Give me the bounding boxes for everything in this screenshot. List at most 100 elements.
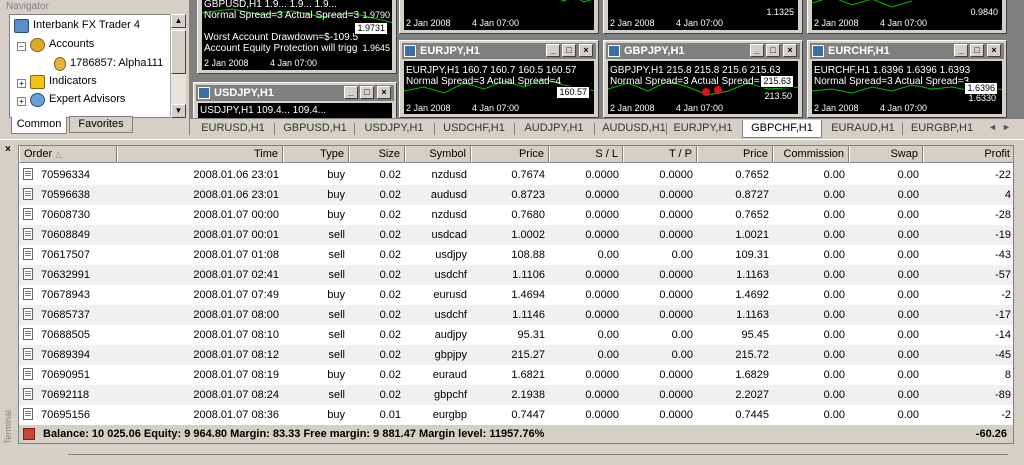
cell-profit: -28 xyxy=(995,209,1011,221)
col-type[interactable]: Type xyxy=(283,146,349,163)
table-row[interactable]: 70678943 2008.01.07 07:49 buy 0.02 eurusd 1.4… xyxy=(19,285,1013,305)
col-tp[interactable]: T / P xyxy=(623,146,697,163)
table-row[interactable]: 70608730 2008.01.07 00:00 buy 0.02 nzdusd 0.7… xyxy=(19,205,1013,225)
cell-type: buy xyxy=(327,189,345,201)
col-profit[interactable]: Profit xyxy=(923,146,1013,163)
col-order[interactable]: Order △ xyxy=(19,146,117,163)
close-button[interactable]: × xyxy=(783,44,797,57)
scroll-up-icon[interactable]: ▲ xyxy=(171,14,186,28)
cell-commission: 0.00 xyxy=(823,269,845,281)
price-label: 1.1325 xyxy=(766,7,794,17)
cell-symbol: usdchf xyxy=(434,269,467,281)
nav-item-indicators[interactable]: Indicators xyxy=(30,73,97,90)
col-swap[interactable]: Swap xyxy=(849,146,923,163)
close-button[interactable]: × xyxy=(987,44,1001,57)
tab-gbpusd-h1[interactable]: GBPUSD,H1 xyxy=(278,120,352,138)
chart-canvas[interactable]: EURJPY,H1 160.7 160.7 160.5 160.57 Norma… xyxy=(404,61,594,114)
cell-profit: -22 xyxy=(995,169,1011,181)
table-row[interactable]: 70608849 2008.01.07 00:01 sell 0.02 usdcad 1.… xyxy=(19,225,1013,245)
tab-usdjpy-h1[interactable]: USDJPY,H1 xyxy=(356,120,432,138)
col-sl[interactable]: S / L xyxy=(549,146,623,163)
tab-eurjpy-h1[interactable]: EURJPY,H1 xyxy=(668,120,738,138)
chart-window-4[interactable]: 0.9840 2 Jan 2008 4 Jan 07:00 xyxy=(807,0,1007,34)
table-row[interactable]: 70617507 2008.01.07 01:08 sell 0.02 usdjpy 10… xyxy=(19,245,1013,265)
tab-gbpchf-h1[interactable]: GBPCHF,H1 xyxy=(742,120,822,138)
tab-usdchf-h1[interactable]: USDCHF,H1 xyxy=(436,120,512,138)
col-commission[interactable]: Commission xyxy=(773,146,849,163)
table-row[interactable]: 70596638 2008.01.06 23:01 buy 0.02 audusd 0.8… xyxy=(19,185,1013,205)
nav-item-account-1786857[interactable]: 1786857: Alpha111 xyxy=(54,55,163,72)
tab-audusd-h1[interactable]: AUDUSD,H1 xyxy=(596,120,672,138)
minimize-button[interactable]: _ xyxy=(344,86,358,99)
tab-common[interactable]: Common xyxy=(11,116,67,134)
chart-canvas[interactable]: GBPJPY,H1 215.8 215.8 215.6 215.63 Norma… xyxy=(608,61,798,114)
cell-time: 2008.01.07 08:12 xyxy=(193,349,279,361)
col-time[interactable]: Time xyxy=(117,146,283,163)
expand-experts-icon[interactable]: + xyxy=(17,97,26,106)
chart-window-eurjpy[interactable]: EURJPY,H1 _ □ × EURJPY,H1 160.7 160.7 16… xyxy=(399,40,599,118)
chart-canvas[interactable]: 2 Jan 2008 4 Jan 07:00 xyxy=(404,0,594,30)
collapse-accounts-icon[interactable]: − xyxy=(17,42,26,51)
table-row[interactable]: 70690951 2008.01.07 08:19 buy 0.02 euraud 1.6… xyxy=(19,365,1013,385)
table-row[interactable]: 70596334 2008.01.06 23:01 buy 0.02 nzdusd 0.7… xyxy=(19,165,1013,185)
scroll-thumb[interactable] xyxy=(171,30,186,74)
chart-window-3[interactable]: 1.1325 2 Jan 2008 4 Jan 07:00 xyxy=(603,0,803,34)
tab-euraud-h1[interactable]: EURAUD,H1 xyxy=(826,120,900,138)
cell-order: 70685737 xyxy=(19,305,117,325)
col-open-price[interactable]: Price xyxy=(471,146,549,163)
chart-window-usdjpy[interactable]: USDJPY,H1 _ □ × USDJPY,H1 109.4... 109.4… xyxy=(193,82,397,118)
chart-canvas[interactable]: EURCHF,H1 1.6396 1.6396 1.6393 Normal Sp… xyxy=(812,61,1002,114)
table-row[interactable]: 70689394 2008.01.07 08:12 sell 0.02 gbpjpy 21… xyxy=(19,345,1013,365)
chart-window-gbpjpy[interactable]: GBPJPY,H1 _ □ × GBPJPY,H1 215.8 215.8 21… xyxy=(603,40,803,118)
cell-commission: 0.00 xyxy=(823,369,845,381)
nav-item-terminal[interactable]: Interbank FX Trader 4 xyxy=(14,17,140,34)
order-icon xyxy=(23,288,33,301)
cell-open-price: 0.7680 xyxy=(511,209,545,221)
minimize-button[interactable]: _ xyxy=(546,44,560,57)
tabs-scroll-left-icon[interactable]: ◄ xyxy=(988,122,997,132)
cell-type: sell xyxy=(328,309,345,321)
maximize-button[interactable]: □ xyxy=(970,44,984,57)
col-label: Order xyxy=(24,148,53,160)
date-label: 2 Jan 2008 xyxy=(610,18,655,28)
table-row[interactable]: 70695156 2008.01.07 08:36 buy 0.01 eurgbp 0.7… xyxy=(19,405,1013,425)
chart-canvas[interactable]: 1.1325 2 Jan 2008 4 Jan 07:00 xyxy=(608,0,798,30)
maximize-button[interactable]: □ xyxy=(766,44,780,57)
minimize-button[interactable]: _ xyxy=(750,44,764,57)
tab-audjpy-h1[interactable]: AUDJPY,H1 xyxy=(516,120,592,138)
chart-canvas[interactable]: 0.9840 2 Jan 2008 4 Jan 07:00 xyxy=(812,0,1002,30)
col-symbol[interactable]: Symbol xyxy=(405,146,471,163)
chart-window-eurchf[interactable]: EURCHF,H1 _ □ × EURCHF,H1 1.6396 1.6396 … xyxy=(807,40,1007,118)
tab-eurgbp-h1[interactable]: EURGBP,H1 xyxy=(904,120,980,138)
col-price[interactable]: Price xyxy=(697,146,773,163)
navigator-scrollbar[interactable]: ▲ ▼ xyxy=(170,14,186,118)
order-number: 70695156 xyxy=(41,409,90,421)
tab-eurusd-h1[interactable]: EURUSD,H1 xyxy=(196,120,270,138)
chart-canvas[interactable]: GBPUSD,H1 1.9... 1.9... 1.9... Normal Sp… xyxy=(202,0,392,70)
maximize-button[interactable]: □ xyxy=(562,44,576,57)
maximize-button[interactable]: □ xyxy=(360,86,374,99)
tab-favorites[interactable]: Favorites xyxy=(69,116,133,133)
col-size[interactable]: Size xyxy=(349,146,405,163)
minimize-button[interactable]: _ xyxy=(954,44,968,57)
price-label: 1.9790 xyxy=(362,10,390,20)
tabs-scroll-right-icon[interactable]: ► xyxy=(1002,122,1011,132)
nav-item-expert-advisors[interactable]: Expert Advisors xyxy=(30,91,125,108)
close-button[interactable]: × xyxy=(579,44,593,57)
cell-swap: 0.00 xyxy=(897,289,919,301)
close-terminal-icon[interactable]: × xyxy=(5,144,11,155)
close-button[interactable]: × xyxy=(377,86,391,99)
expand-indicators-icon[interactable]: + xyxy=(17,79,26,88)
chart-canvas[interactable]: USDJPY,H1 109.4... 109.4... xyxy=(198,103,392,118)
table-row[interactable]: 70632991 2008.01.07 02:41 sell 0.02 usdchf 1.… xyxy=(19,265,1013,285)
chart-window-2[interactable]: 2 Jan 2008 4 Jan 07:00 xyxy=(399,0,599,34)
table-row[interactable]: 70688505 2008.01.07 08:10 sell 0.02 audjpy 95… xyxy=(19,325,1013,345)
table-row[interactable]: 70685737 2008.01.07 08:00 sell 0.02 usdchf 1.… xyxy=(19,305,1013,325)
cell-swap: 0.00 xyxy=(897,169,919,181)
tab-divider xyxy=(434,123,435,135)
nav-item-accounts[interactable]: Accounts xyxy=(30,36,94,53)
chart-window-gbpusd[interactable]: GBPUSD,H1 1.9... 1.9... 1.9... Normal Sp… xyxy=(197,0,397,74)
cell-profit: -43 xyxy=(995,249,1011,261)
table-row[interactable]: 70692118 2008.01.07 08:24 sell 0.02 gbpchf 2.… xyxy=(19,385,1013,405)
cell-open-price: 1.1106 xyxy=(512,269,545,281)
